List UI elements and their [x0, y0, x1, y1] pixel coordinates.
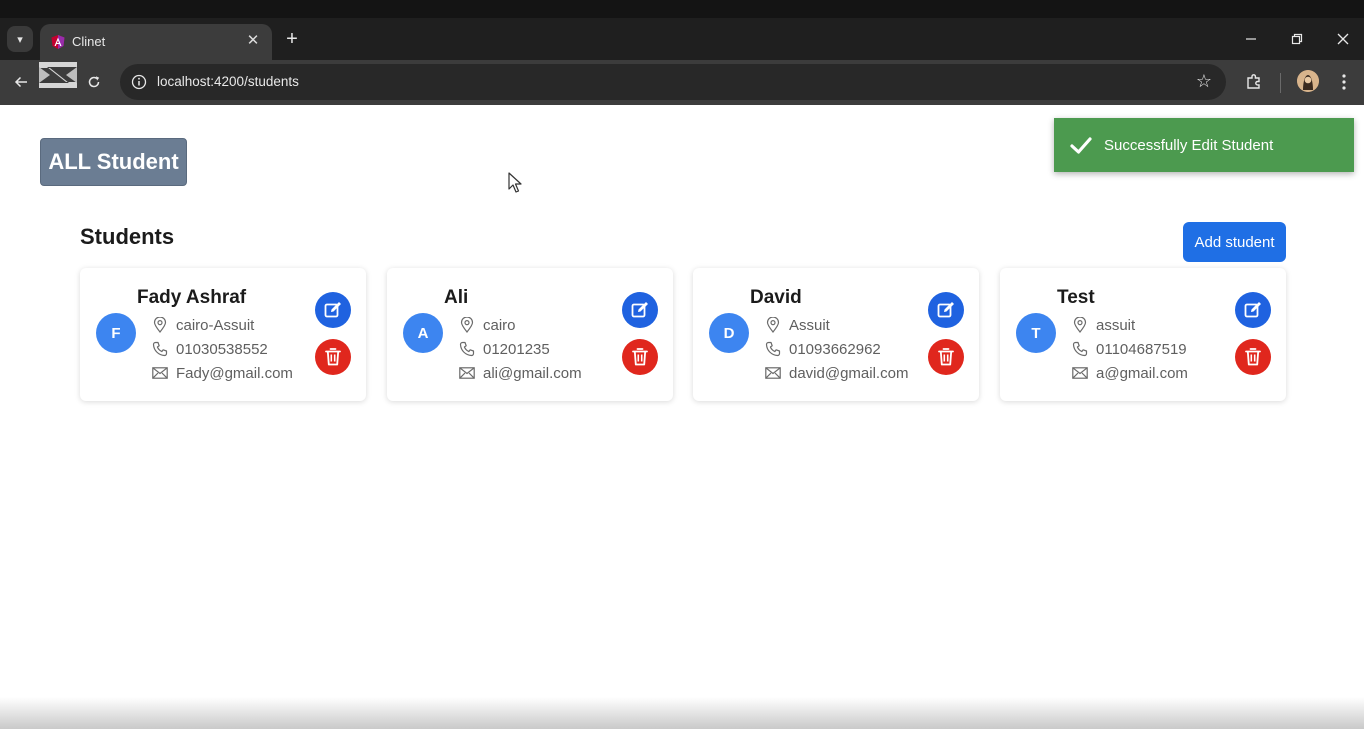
student-avatar: T	[1016, 313, 1056, 353]
student-address: cairo-Assuit	[176, 316, 255, 334]
location-pin-icon	[458, 316, 476, 334]
student-address-row: cairo-Assuit	[151, 315, 254, 335]
location-pin-icon	[151, 316, 169, 334]
new-tab-button[interactable]: +	[282, 29, 302, 49]
student-avatar: D	[709, 313, 749, 353]
browser-tab[interactable]: Clinet ✕	[40, 24, 272, 60]
site-info-icon[interactable]	[130, 73, 148, 91]
student-avatar: A	[403, 313, 443, 353]
mouse-cursor-icon	[508, 172, 522, 193]
student-phone: 01104687519	[1096, 340, 1187, 358]
edit-icon	[937, 302, 954, 318]
delete-student-button[interactable]	[622, 339, 658, 375]
url-text[interactable]: localhost:4200/students	[157, 74, 299, 89]
student-address-row: cairo	[458, 315, 516, 335]
tab-search-button[interactable]: ▾	[7, 26, 33, 52]
trash-icon	[632, 348, 648, 366]
student-phone-row: 01093662962	[764, 339, 881, 359]
toast-message: Successfully Edit Student	[1104, 137, 1274, 154]
location-pin-icon	[764, 316, 782, 334]
back-icon[interactable]	[10, 71, 32, 93]
reload-icon[interactable]	[83, 71, 105, 93]
capcut-watermark-logo-icon	[39, 62, 77, 88]
more-menu-icon[interactable]	[1333, 71, 1355, 93]
edit-icon	[324, 302, 341, 318]
student-phone-row: 01201235	[458, 339, 550, 359]
student-card: F Fady Ashraf cairo-Assuit 01030538552 F…	[80, 268, 366, 401]
student-address: Assuit	[789, 316, 830, 334]
trash-icon	[1245, 348, 1261, 366]
angular-favicon-icon	[51, 35, 65, 49]
success-toast[interactable]: Successfully Edit Student	[1054, 118, 1354, 172]
student-avatar: F	[96, 313, 136, 353]
student-email: ali@gmail.com	[483, 364, 582, 382]
phone-icon	[151, 340, 169, 358]
student-phone: 01030538552	[176, 340, 268, 358]
section-title: Students	[80, 224, 175, 249]
student-card: T Test assuit 01104687519 a@gmail.com	[1000, 268, 1286, 401]
delete-student-button[interactable]	[315, 339, 351, 375]
profile-avatar-icon[interactable]	[1297, 70, 1319, 92]
bookmark-star-icon[interactable]: ☆	[1194, 71, 1214, 91]
bottom-edge-shadow	[0, 697, 1364, 729]
tab-title: Clinet	[72, 34, 106, 49]
student-address-row: Assuit	[764, 315, 830, 335]
minimize-icon[interactable]	[1240, 28, 1262, 50]
add-student-button[interactable]: Add student	[1183, 222, 1286, 262]
student-name: Fady Ashraf	[137, 287, 247, 308]
close-window-icon[interactable]	[1332, 28, 1354, 50]
student-phone: 01201235	[483, 340, 550, 358]
student-phone-row: 01030538552	[151, 339, 268, 359]
edit-icon	[631, 302, 648, 318]
all-student-button[interactable]: ALL Student	[40, 138, 187, 186]
student-address: assuit	[1096, 316, 1136, 334]
delete-student-button[interactable]	[928, 339, 964, 375]
window-top-strip	[0, 0, 1364, 18]
browser-toolbar: localhost:4200/students ☆	[0, 60, 1364, 105]
phone-icon	[1071, 340, 1089, 358]
student-email-row: Fady@gmail.com	[151, 363, 293, 383]
edit-student-button[interactable]	[1235, 292, 1271, 328]
address-bar[interactable]: localhost:4200/students ☆	[120, 64, 1226, 100]
tab-bar: ▾ Clinet ✕ +	[0, 18, 1364, 60]
student-email-row: david@gmail.com	[764, 363, 908, 383]
check-icon	[1070, 137, 1092, 154]
student-email: david@gmail.com	[789, 364, 909, 382]
phone-icon	[764, 340, 782, 358]
student-card: D David Assuit 01093662962 david@gmail.c…	[693, 268, 979, 401]
edit-student-button[interactable]	[928, 292, 964, 328]
student-name: David	[750, 287, 802, 308]
edit-icon	[1244, 302, 1261, 318]
student-email-row: ali@gmail.com	[458, 363, 582, 383]
envelope-icon	[1071, 364, 1089, 382]
student-address: cairo	[483, 316, 516, 334]
student-email: Fady@gmail.com	[176, 364, 293, 382]
chevron-down-icon: ▾	[17, 33, 23, 46]
phone-icon	[458, 340, 476, 358]
student-name: Ali	[444, 287, 469, 308]
delete-student-button[interactable]	[1235, 339, 1271, 375]
student-email-row: a@gmail.com	[1071, 363, 1188, 383]
envelope-icon	[764, 364, 782, 382]
student-phone-row: 01104687519	[1071, 339, 1187, 359]
envelope-icon	[458, 364, 476, 382]
student-phone: 01093662962	[789, 340, 881, 358]
close-tab-icon[interactable]: ✕	[244, 31, 262, 49]
student-address-row: assuit	[1071, 315, 1135, 335]
toolbar-separator	[1280, 73, 1281, 93]
envelope-icon	[151, 364, 169, 382]
student-name: Test	[1057, 287, 1095, 308]
extensions-puzzle-icon[interactable]	[1243, 71, 1265, 93]
restore-icon[interactable]	[1286, 28, 1308, 50]
student-card: A Ali cairo 01201235 ali@gmail.com	[387, 268, 673, 401]
edit-student-button[interactable]	[622, 292, 658, 328]
student-email: a@gmail.com	[1096, 364, 1188, 382]
edit-student-button[interactable]	[315, 292, 351, 328]
location-pin-icon	[1071, 316, 1089, 334]
trash-icon	[938, 348, 954, 366]
trash-icon	[325, 348, 341, 366]
